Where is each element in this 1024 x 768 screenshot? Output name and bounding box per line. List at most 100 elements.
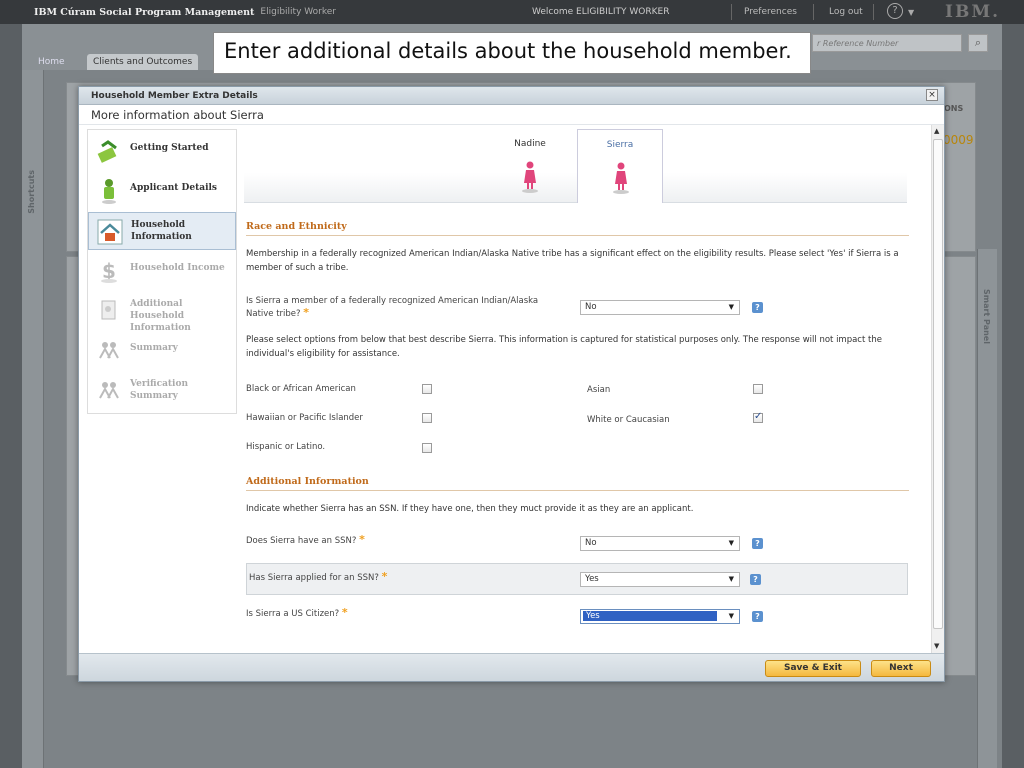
product-name: IBM Cúram Social Program Management: [34, 6, 255, 18]
wizard-step-summary[interactable]: Summary: [88, 332, 236, 370]
help-icon[interactable]: ?: [752, 302, 763, 313]
question-text: Has Sierra applied for an SSN?: [249, 573, 379, 583]
member-name: Nadine: [514, 139, 546, 149]
question-text: Is Sierra a member of a federally recogn…: [246, 296, 539, 319]
wizard-step-label: Getting Started: [130, 143, 209, 153]
dialog-footer: Save & Exit Next: [79, 653, 944, 681]
help-icon[interactable]: ?: [887, 3, 903, 19]
dialog-title: Household Member Extra Details: [79, 87, 944, 105]
option-label: Hispanic or Latino.: [246, 442, 326, 452]
dialog-content: Getting Started Applicant Details Househ…: [79, 125, 931, 653]
member-tab-nadine[interactable]: Nadine: [487, 129, 573, 203]
hispanic-latino-checkbox[interactable]: [422, 443, 432, 453]
question-text: Is Sierra a US Citizen?: [246, 609, 340, 619]
tab-clients-and-outcomes[interactable]: Clients and Outcomes: [87, 54, 199, 70]
wizard-nav: Getting Started Applicant Details Househ…: [87, 129, 237, 414]
option-label: White or Caucasian: [587, 415, 670, 425]
divider: [873, 4, 874, 20]
household-member-tabs: Nadine Sierra: [244, 129, 907, 203]
wizard-step-household-information[interactable]: Household Information: [88, 212, 236, 250]
chevron-down-icon: ▼: [728, 612, 734, 620]
instruction-callout: Enter additional details about the house…: [213, 32, 811, 74]
required-marker: *: [341, 606, 348, 619]
vertical-scrollbar[interactable]: ▲ ▼: [931, 125, 944, 653]
hawaiian-pacific-islander-checkbox[interactable]: [422, 413, 432, 423]
wizard-step-getting-started[interactable]: Getting Started: [88, 132, 236, 170]
wizard-step-label: Verification Summary: [130, 379, 189, 401]
dialog-subtitle: More information about Sierra: [79, 105, 944, 125]
shortcuts-label: Shortcuts: [27, 170, 36, 214]
select-value: Yes: [585, 574, 599, 584]
household-member-extra-details-dialog: Household Member Extra Details × More in…: [78, 86, 945, 682]
chevron-down-icon: ▼: [728, 539, 734, 547]
divider: [813, 4, 814, 20]
required-marker: *: [381, 570, 388, 583]
option-label: Hawaiian or Pacific Islander: [246, 413, 363, 423]
wizard-step-verification-summary[interactable]: Verification Summary: [88, 372, 236, 410]
chevron-down-icon: ▼: [728, 575, 734, 583]
help-icon[interactable]: ?: [752, 611, 763, 622]
has-ssn-select[interactable]: No ▼: [580, 536, 740, 551]
scroll-down-icon[interactable]: ▼: [934, 642, 939, 650]
scroll-up-icon[interactable]: ▲: [934, 127, 939, 135]
citizen-question-label: Is Sierra a US Citizen? *: [246, 607, 348, 620]
wizard-step-label: Household Information: [131, 220, 192, 242]
black-african-american-checkbox[interactable]: [422, 384, 432, 394]
divider: [731, 4, 732, 20]
ssn-question-label: Does Sierra have an SSN? *: [246, 534, 365, 547]
required-marker: *: [359, 533, 365, 546]
ssn-intro-text: Indicate whether Sierra has an SSN. If t…: [246, 504, 694, 514]
asian-checkbox[interactable]: [753, 384, 763, 394]
ibm-logo: IBM.: [945, 2, 1001, 22]
shortcuts-panel[interactable]: Shortcuts: [22, 70, 44, 768]
chevron-down-icon: ▼: [728, 303, 734, 311]
question-text: Does Sierra have an SSN?: [246, 536, 357, 546]
people-icon: [99, 382, 119, 399]
tribe-intro-text: Membership in a federally recognized Ame…: [246, 249, 899, 273]
select-value: No: [585, 302, 597, 312]
member-tab-sierra[interactable]: Sierra: [577, 129, 663, 203]
welcome-text: Welcome ELIGIBILITY WORKER: [532, 7, 670, 17]
wizard-step-applicant-details[interactable]: Applicant Details: [88, 172, 236, 210]
white-caucasian-checkbox[interactable]: [753, 411, 763, 423]
people-icon: [99, 342, 119, 359]
smart-panel-label: Smart Panel: [982, 289, 991, 344]
female-person-icon: [522, 161, 538, 193]
tab-home[interactable]: Home: [32, 54, 71, 70]
top-bar: IBM Cúram Social Program Management Elig…: [0, 0, 1024, 24]
divider: [246, 235, 909, 236]
wizard-step-household-income[interactable]: $ Household Income: [88, 252, 236, 290]
chevron-down-icon[interactable]: ▼: [908, 8, 914, 17]
next-button[interactable]: Next: [871, 660, 931, 677]
options-menu-fragment[interactable]: ONS: [944, 104, 963, 113]
select-value: No: [585, 538, 597, 548]
required-marker: *: [303, 306, 310, 319]
applied-ssn-select[interactable]: Yes ▼: [580, 572, 740, 587]
option-label: Asian: [587, 385, 611, 395]
help-icon[interactable]: ?: [752, 538, 763, 549]
ssn-applied-question-label: Has Sierra applied for an SSN? *: [249, 571, 387, 584]
smart-panel[interactable]: Smart Panel: [977, 249, 997, 768]
save-exit-button[interactable]: Save & Exit: [765, 660, 861, 677]
wizard-step-label: Applicant Details: [130, 183, 217, 193]
member-name: Sierra: [606, 140, 634, 150]
us-citizen-select[interactable]: Yes ▼: [580, 609, 740, 624]
search-icon[interactable]: ⌕: [968, 34, 988, 52]
female-person-icon: [613, 162, 629, 194]
tribe-member-select[interactable]: No ▼: [580, 300, 740, 315]
preferences-link[interactable]: Preferences: [744, 7, 797, 17]
wizard-step-label: Household Income: [130, 263, 225, 273]
house-icon: [97, 219, 123, 245]
search-input[interactable]: r Reference Number: [812, 34, 962, 52]
close-icon[interactable]: ×: [926, 89, 938, 101]
scrollbar-thumb[interactable]: [933, 139, 943, 629]
race-ethnicity-heading: Race and Ethnicity: [246, 221, 347, 232]
help-icon[interactable]: ?: [750, 574, 761, 585]
logout-link[interactable]: Log out: [829, 7, 863, 17]
checkmark-icon: [97, 140, 117, 163]
divider: [246, 490, 909, 491]
case-number-fragment: 0009: [943, 133, 974, 147]
person-icon: [102, 179, 116, 204]
wizard-step-additional-household-information[interactable]: Additional Household Information: [88, 292, 236, 333]
statistical-purpose-text: Please select options from below that be…: [246, 335, 882, 359]
